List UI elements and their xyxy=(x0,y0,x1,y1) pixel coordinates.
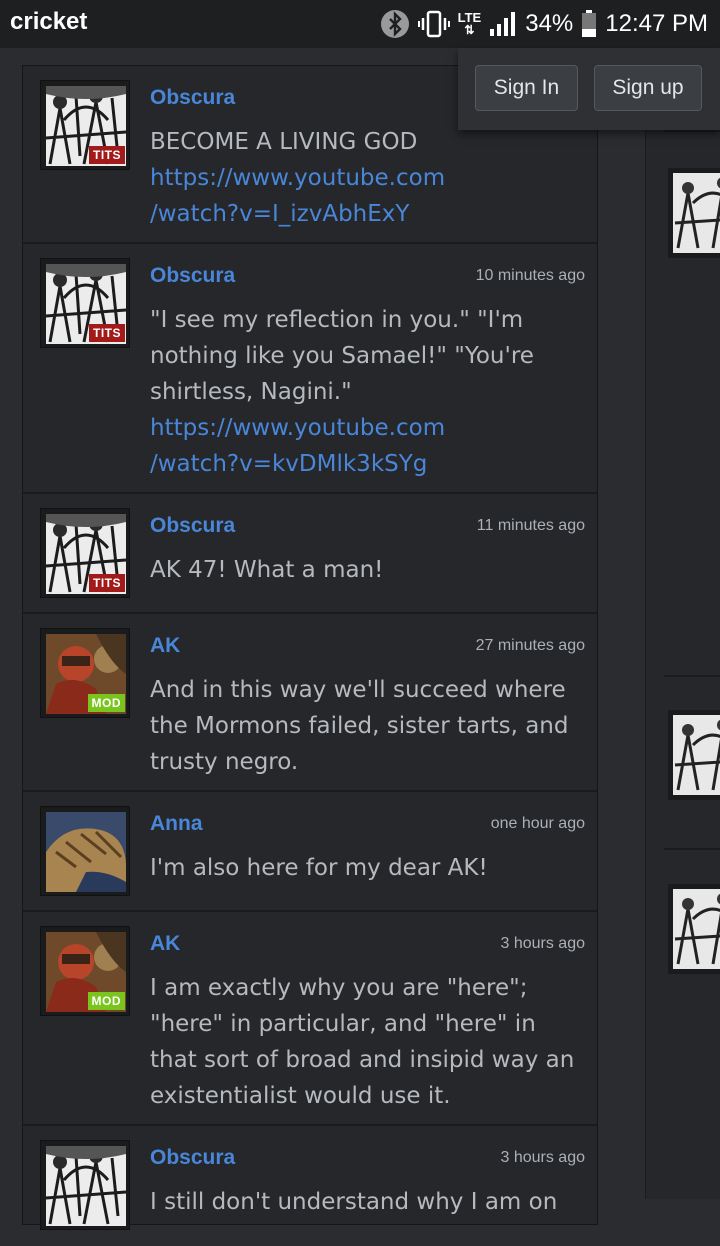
youtube-link-path[interactable]: /watch?v=kvDMlk3kSYg xyxy=(150,446,585,482)
signal-icon xyxy=(489,11,517,37)
avatar[interactable]: TITS xyxy=(40,80,130,170)
sidebar-avatar[interactable] xyxy=(668,884,720,974)
comment-text: And in this way we'll succeed where the … xyxy=(150,677,569,775)
timestamp: 27 minutes ago xyxy=(475,637,585,654)
author-name[interactable]: AK xyxy=(150,634,180,658)
tits-badge: TITS xyxy=(89,146,125,164)
status-icons: LTE ⇅ 34% 12:47 PM xyxy=(380,6,708,42)
divider xyxy=(664,675,720,677)
comment-item: TITS Obscura 11 minutes ago AK 47! What … xyxy=(23,494,597,614)
author-name[interactable]: Obscura xyxy=(150,1146,235,1170)
comment-text: "I see my reflection in you." "I'm nothi… xyxy=(150,302,585,482)
carrier-label: cricket xyxy=(10,8,88,35)
timestamp: 3 hours ago xyxy=(500,935,585,952)
comment-text: I'm also here for my dear AK! xyxy=(150,855,488,881)
sidebar-avatar[interactable] xyxy=(668,168,720,258)
avatar[interactable] xyxy=(40,1140,130,1230)
youtube-link[interactable]: https://www.youtube.com xyxy=(150,410,585,446)
comment-item: Obscura 3 hours ago I still don't unders… xyxy=(23,1126,597,1246)
clock: 12:47 PM xyxy=(605,10,708,37)
battery-percent: 34% xyxy=(525,10,574,37)
author-name[interactable]: AK xyxy=(150,932,180,956)
author-name[interactable]: Obscura xyxy=(150,86,235,110)
sidebar-avatar[interactable] xyxy=(668,710,720,800)
timestamp: 10 minutes ago xyxy=(475,267,585,284)
comment-item: TITS Obscura 10 minutes ago "I see my re… xyxy=(23,244,597,494)
author-name[interactable]: Anna xyxy=(150,812,203,836)
divider xyxy=(664,130,720,132)
comment-text: I still don't understand why I am on xyxy=(150,1189,558,1215)
vibrate-icon xyxy=(417,9,450,39)
avatar[interactable] xyxy=(40,806,130,896)
youtube-link[interactable]: https://www.youtube.com xyxy=(150,160,585,196)
engraving-avatar-image xyxy=(46,1146,126,1226)
comment-text: AK 47! What a man! xyxy=(150,557,384,583)
bluetooth-icon xyxy=(380,9,410,39)
battery-icon xyxy=(581,10,597,38)
comment-item: MOD AK 27 minutes ago And in this way we… xyxy=(23,614,597,792)
mod-badge: MOD xyxy=(87,694,125,712)
avatar[interactable]: MOD xyxy=(40,926,130,1016)
avatar[interactable]: TITS xyxy=(40,508,130,598)
timestamp: 3 hours ago xyxy=(500,1149,585,1166)
sign-in-button[interactable]: Sign In xyxy=(475,65,578,111)
avatar[interactable]: TITS xyxy=(40,258,130,348)
sign-up-button[interactable]: Sign up xyxy=(594,65,702,111)
comment-list: TITS Obscura BECOME A LIVING GOD https:/… xyxy=(22,65,598,1230)
comment-message: "I see my reflection in you." "I'm nothi… xyxy=(150,307,534,405)
cat-avatar-image xyxy=(46,812,126,892)
tits-badge: TITS xyxy=(89,324,125,342)
comment-text: I am exactly why you are "here"; "here" … xyxy=(150,975,575,1109)
mod-badge: MOD xyxy=(87,992,125,1010)
tits-badge: TITS xyxy=(89,574,125,592)
avatar[interactable]: MOD xyxy=(40,628,130,718)
divider xyxy=(664,848,720,850)
youtube-link-path[interactable]: /watch?v=I_izvAbhExY xyxy=(150,196,585,232)
lte-icon: LTE ⇅ xyxy=(457,10,482,37)
status-bar: cricket LTE ⇅ 34% 12:47 PM xyxy=(0,0,720,48)
author-name[interactable]: Obscura xyxy=(150,514,235,538)
timestamp: one hour ago xyxy=(490,815,585,832)
comment-item: Anna one hour ago I'm also here for my d… xyxy=(23,792,597,912)
author-name[interactable]: Obscura xyxy=(150,264,235,288)
comment-text: BECOME A LIVING GOD https://www.youtube.… xyxy=(150,124,585,232)
auth-panel: Sign In Sign up xyxy=(458,48,720,130)
comment-item: MOD AK 3 hours ago I am exactly why you … xyxy=(23,912,597,1126)
comment-message: BECOME A LIVING GOD xyxy=(150,129,418,155)
timestamp: 11 minutes ago xyxy=(476,517,585,534)
right-sidebar xyxy=(645,130,720,1199)
